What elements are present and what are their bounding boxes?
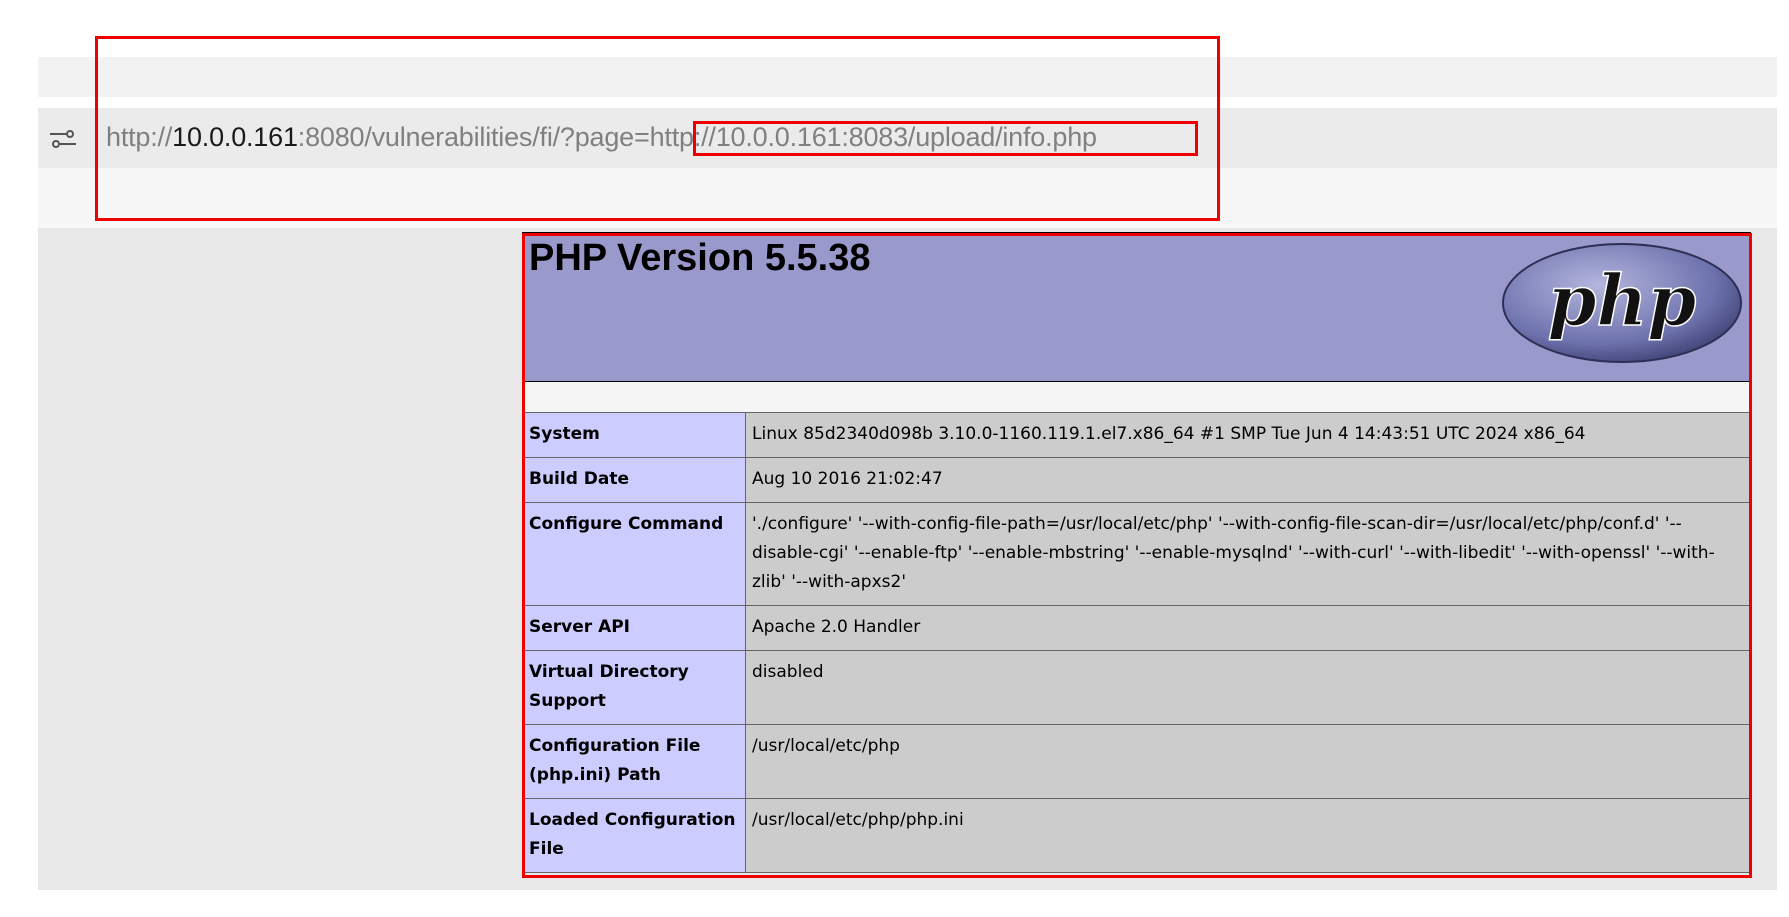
page-viewport: PHP Version 5.5.38 php SystemLinux 85d2 <box>38 228 1777 890</box>
row-value: /usr/local/etc/php/php.ini <box>745 798 1751 873</box>
table-row: Configure Command './configure' '--with-c… <box>522 502 1751 606</box>
table-row: Server API Apache 2.0 Handler <box>522 605 1751 651</box>
php-logo-icon[interactable]: php <box>1500 241 1744 365</box>
table-row: Configuration File (php.ini) Path/usr/lo… <box>522 724 1751 799</box>
row-value: Linux 85d2340d098b 3.10.0-1160.119.1.el7… <box>745 412 1751 458</box>
header-spacer <box>522 382 1751 412</box>
table-row: Loaded Configuration File/usr/local/etc/… <box>522 798 1751 873</box>
row-key: Virtual Directory Support <box>522 650 746 725</box>
page-title: PHP Version 5.5.38 <box>529 237 871 279</box>
row-value: Apache 2.0 Handler <box>745 605 1751 651</box>
row-value: Aug 10 2016 21:02:47 <box>745 457 1751 503</box>
row-key: Loaded Configuration File <box>522 798 746 873</box>
url-text[interactable]: http://10.0.0.161:8080/vulnerabilities/f… <box>106 122 1097 152</box>
row-value: /usr/local/etc/php <box>745 724 1751 799</box>
phpinfo-header: PHP Version 5.5.38 php <box>522 232 1751 382</box>
phpinfo-panel: PHP Version 5.5.38 php SystemLinux 85d2 <box>522 232 1751 873</box>
table-row: System Linux 85d2340d098b 3.10.0-1160.119… <box>522 412 1751 458</box>
row-key: Configure Command <box>522 502 746 606</box>
tab-strip <box>38 57 1777 97</box>
row-key: Configuration File (php.ini) Path <box>522 724 746 799</box>
site-settings-icon[interactable] <box>48 128 78 150</box>
address-bar[interactable]: http://10.0.0.161:8080/vulnerabilities/f… <box>38 108 1777 168</box>
url-page-param: http://10.0.0.161:8083/upload/info.php <box>649 122 1097 152</box>
toolbar-strip <box>38 168 1777 228</box>
table-row: Virtual Directory Support disabled <box>522 650 1751 725</box>
row-value: './configure' '--with-config-file-path=/… <box>745 502 1751 606</box>
browser-window: http://10.0.0.161:8080/vulnerabilities/f… <box>38 0 1777 890</box>
phpinfo-table: System Linux 85d2340d098b 3.10.0-1160.119… <box>522 412 1751 873</box>
row-key: Server API <box>522 605 746 651</box>
url-host: 10.0.0.161 <box>172 122 298 152</box>
url-path: :8080/vulnerabilities/fi/?page= <box>297 122 650 152</box>
url-scheme: http:// <box>106 122 173 152</box>
row-key: Build Date <box>522 457 746 503</box>
php-logo-text: php <box>1548 259 1697 342</box>
row-key: System <box>522 412 746 458</box>
row-value: disabled <box>745 650 1751 725</box>
table-row: Build Date Aug 10 2016 21:02:47 <box>522 457 1751 503</box>
